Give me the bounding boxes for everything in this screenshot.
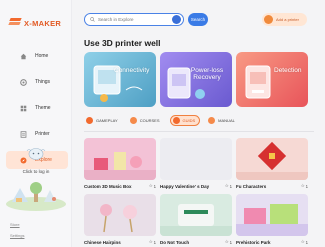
tab-guids[interactable]: GUIDS bbox=[169, 115, 201, 126]
hairpins-thumbnail bbox=[100, 204, 137, 233]
favorite-count: 1 bbox=[305, 239, 308, 245]
star-icon: ☆ bbox=[300, 183, 305, 188]
tab-manual[interactable]: MANUAL bbox=[206, 115, 239, 126]
banner-label: Power-loss Recovery bbox=[190, 67, 224, 81]
courses-icon bbox=[129, 117, 137, 124]
divider bbox=[84, 131, 314, 132]
favorite-count: 1 bbox=[229, 239, 232, 245]
app-name: X-MAKER bbox=[24, 18, 62, 28]
gameplay-icon bbox=[86, 117, 93, 124]
landscape-illustration bbox=[6, 182, 66, 211]
card-image[interactable] bbox=[84, 138, 156, 180]
do-not-touch-thumbnail bbox=[160, 204, 232, 236]
sidebar-item-label: Printer bbox=[35, 131, 50, 137]
card-do-not-touch[interactable]: Do Not Touch ☆ 1 bbox=[160, 194, 232, 245]
page-title: Use 3D printer well bbox=[84, 38, 161, 48]
card-prehistoric-park[interactable]: Prehistoric Park ☆ 1 bbox=[236, 194, 308, 245]
tab-label: COURSES bbox=[139, 118, 160, 123]
favorite-button[interactable]: ☆ 1 bbox=[149, 239, 156, 245]
sidebar-item-printer[interactable]: Printer bbox=[6, 125, 68, 143]
favorite-count: 1 bbox=[229, 183, 232, 189]
category-tabs: GAMEPLAY COURSES GUIDS MANUAL bbox=[84, 115, 239, 126]
tab-label: MANUAL bbox=[218, 118, 235, 123]
avatar[interactable] bbox=[25, 146, 47, 160]
card-image[interactable] bbox=[236, 138, 308, 180]
sidebar-item-home[interactable]: Home bbox=[6, 47, 68, 65]
add-printer-button[interactable]: Add a printer bbox=[262, 13, 307, 26]
favorite-button[interactable]: ☆ 1 bbox=[301, 239, 308, 245]
favorite-button[interactable]: ☆ 1 bbox=[149, 183, 156, 189]
prehistoric-park-thumbnail bbox=[236, 204, 308, 236]
scan-icon[interactable] bbox=[172, 15, 181, 24]
favorite-button[interactable]: ☆ 1 bbox=[301, 183, 308, 189]
manual-icon bbox=[208, 117, 216, 124]
search-bar bbox=[84, 13, 184, 26]
sidebar-item-theme[interactable]: Theme bbox=[6, 99, 68, 117]
card-image[interactable] bbox=[160, 138, 232, 180]
music-box-thumbnail bbox=[84, 152, 156, 180]
favorite-count: 1 bbox=[153, 239, 156, 245]
banner-connectivity[interactable]: Connectivity bbox=[84, 52, 156, 107]
card-title: Chinese Hairpins bbox=[84, 239, 121, 245]
favorite-button[interactable]: ☆ 1 bbox=[225, 183, 232, 189]
card-custom-3d-music-box[interactable]: Custom 3D Music Box ☆ 1 bbox=[84, 138, 156, 189]
star-icon: ☆ bbox=[224, 183, 229, 188]
star-icon: ☆ bbox=[148, 183, 153, 188]
sidebar-item-label: Theme bbox=[35, 105, 51, 111]
card-image[interactable] bbox=[236, 194, 308, 236]
card-title: Fu Characters bbox=[236, 183, 267, 189]
store-link[interactable]: Store bbox=[10, 222, 20, 227]
app-logo[interactable]: X-MAKER bbox=[8, 17, 62, 29]
sidebar-item-label: Home bbox=[35, 53, 49, 59]
sidebar-item-things[interactable]: Things bbox=[6, 73, 68, 91]
star-icon: ☆ bbox=[300, 239, 305, 244]
card-chinese-hairpins[interactable]: Chinese Hairpins ☆ 1 bbox=[84, 194, 156, 245]
tab-label: GUIDS bbox=[182, 118, 196, 123]
home-icon bbox=[20, 53, 27, 59]
card-happy-valentines-day[interactable]: Happy Valentine' s Day ☆ 1 bbox=[160, 138, 232, 189]
banner-label: Detection bbox=[274, 67, 302, 74]
sidebar-item-label: Things bbox=[35, 79, 51, 85]
favorite-count: 1 bbox=[153, 183, 156, 189]
fu-characters-thumbnail bbox=[236, 141, 308, 180]
star-icon: ☆ bbox=[148, 239, 153, 244]
banner-label: Connectivity bbox=[114, 67, 150, 74]
banner-detection[interactable]: Detection bbox=[236, 52, 308, 107]
card-image[interactable] bbox=[84, 194, 156, 236]
tab-courses[interactable]: COURSES bbox=[128, 115, 164, 126]
favorite-button[interactable]: ☆ 1 bbox=[225, 239, 232, 245]
favorite-count: 1 bbox=[305, 183, 308, 189]
search-input[interactable] bbox=[98, 17, 170, 22]
card-title: Custom 3D Music Box bbox=[84, 183, 132, 189]
settings-link[interactable]: Settings bbox=[10, 233, 24, 238]
logo-mark-icon bbox=[8, 18, 22, 28]
search-button[interactable]: Search bbox=[188, 13, 208, 26]
connectivity-illustration bbox=[93, 65, 143, 102]
star-icon: ☆ bbox=[224, 239, 229, 244]
theme-icon bbox=[20, 105, 27, 111]
search-icon bbox=[90, 17, 95, 22]
card-title: Prehistoric Park bbox=[236, 239, 271, 245]
card-title: Happy Valentine' s Day bbox=[160, 183, 210, 189]
sidebar: X-MAKER Home Things Theme Printer Explor… bbox=[0, 0, 72, 247]
tab-gameplay[interactable]: GAMEPLAY bbox=[84, 115, 122, 126]
things-icon bbox=[20, 78, 27, 86]
printer-add-icon bbox=[264, 15, 273, 24]
card-title: Do Not Touch bbox=[160, 239, 190, 245]
banner-power-loss-recovery[interactable]: Power-loss Recovery bbox=[160, 52, 232, 107]
card-image[interactable] bbox=[160, 194, 232, 236]
card-fu-characters[interactable]: Fu Characters ☆ 1 bbox=[236, 138, 308, 189]
add-printer-label: Add a printer bbox=[276, 17, 299, 22]
tab-label: GAMEPLAY bbox=[96, 118, 118, 123]
guids-icon bbox=[172, 117, 180, 124]
detection-illustration bbox=[245, 65, 271, 99]
printer-icon bbox=[20, 130, 27, 138]
